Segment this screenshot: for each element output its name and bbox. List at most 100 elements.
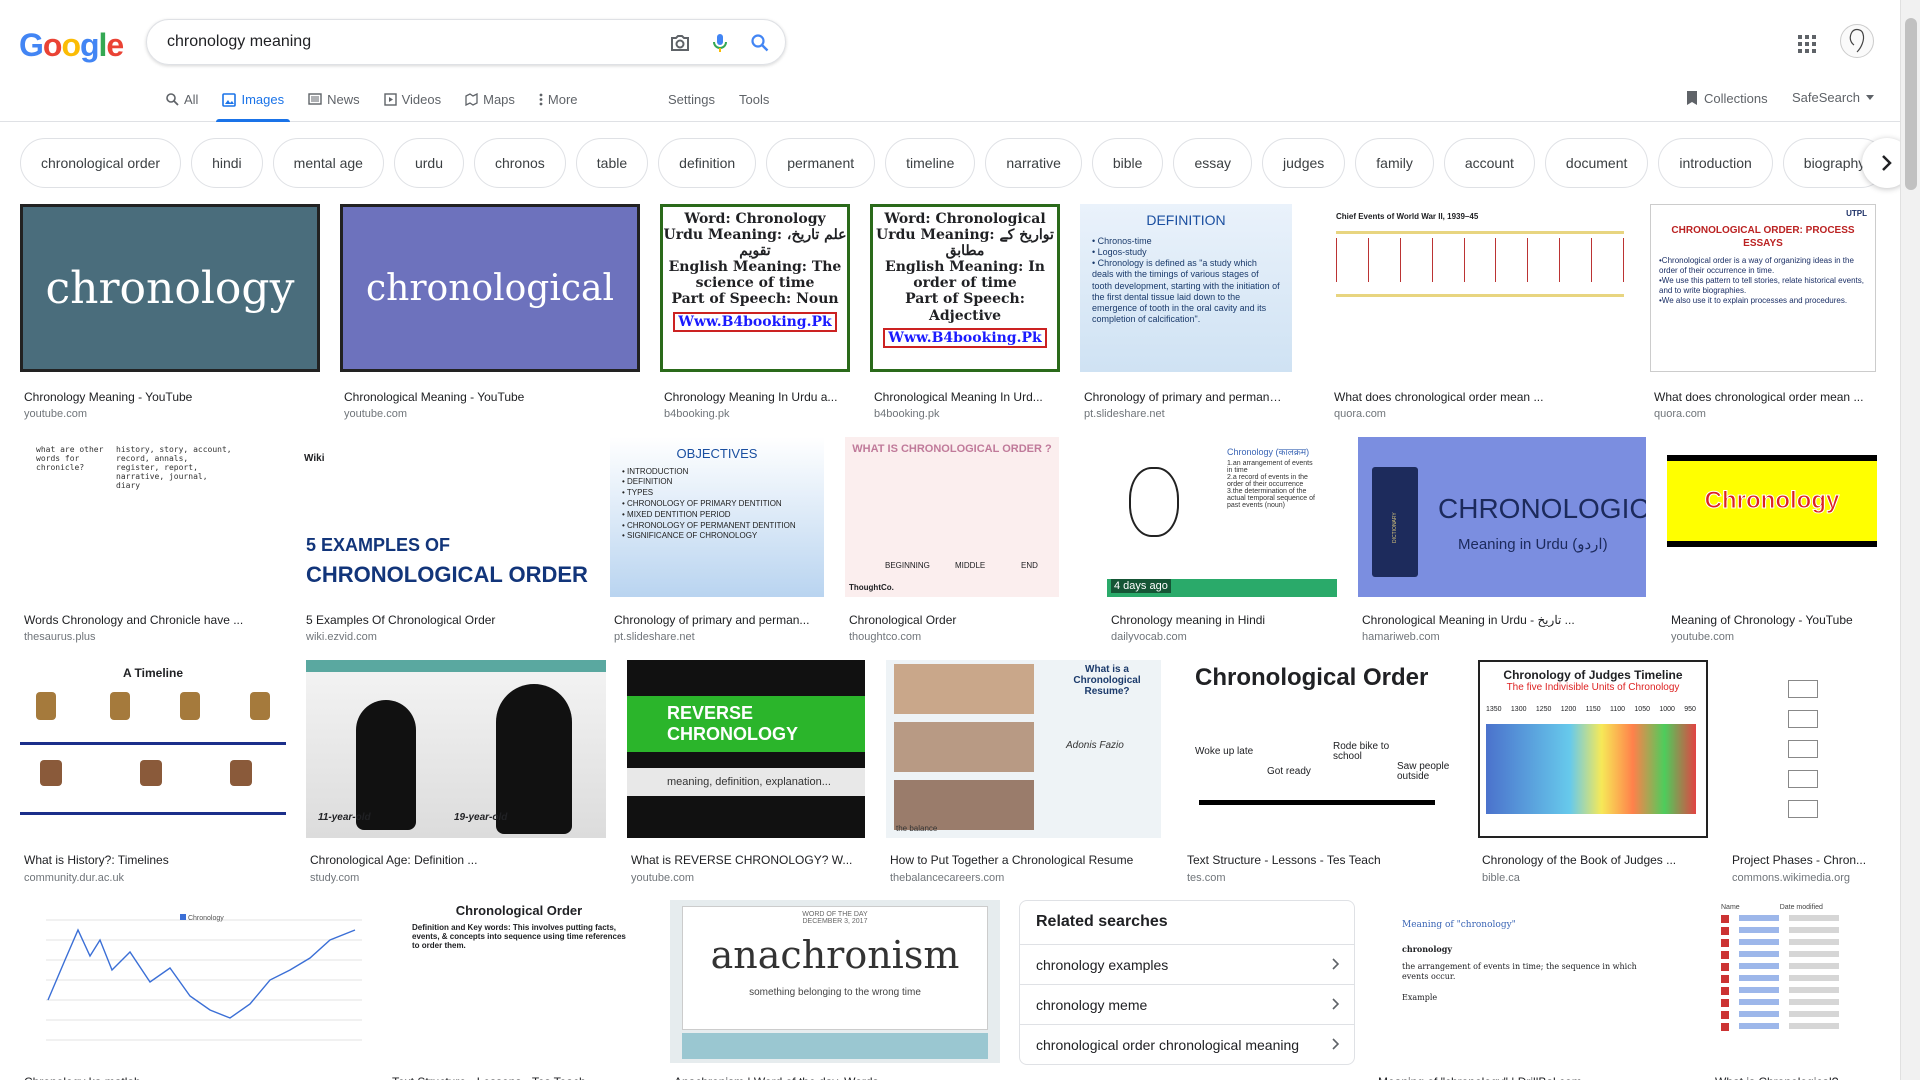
chip[interactable]: bible [1091,138,1164,188]
image-thumbnail[interactable]: Name Date modified [1711,900,1877,1063]
settings-link[interactable]: Settings [668,92,715,107]
chip[interactable]: introduction [1658,138,1773,188]
result-caption[interactable]: What does chronological order mean ... [1334,390,1626,404]
chip[interactable]: family [1355,138,1434,188]
chip[interactable]: definition [658,138,757,188]
result-source[interactable]: pt.slideshare.net [614,631,695,643]
chip[interactable]: account [1443,138,1535,188]
image-thumbnail[interactable]: Chronological Order Woke up late Got rea… [1183,660,1458,838]
result-source[interactable]: pt.slideshare.net [1084,408,1165,420]
result-source[interactable]: thesaurus.plus [24,631,96,643]
result-caption[interactable]: Chronology of primary and perman... [614,613,820,627]
safesearch-dropdown[interactable]: SafeSearch [1792,90,1874,105]
result-caption[interactable]: Meaning of Chronology - YouTube [1671,613,1873,627]
chip[interactable]: urdu [393,138,464,188]
scrollbar-thumb[interactable] [1905,18,1917,190]
result-source[interactable]: dailyvocab.com [1111,631,1187,643]
result-caption[interactable]: Chronology Meaning In Urdu a... [664,390,846,404]
collections-link[interactable]: Collections [1686,90,1768,106]
result-caption[interactable]: What is REVERSE CHRONOLOGY? W... [631,853,861,867]
tab-videos[interactable]: Videos [383,88,441,122]
result-caption[interactable]: 5 Examples Of Chronological Order [306,613,586,627]
result-caption[interactable]: Chronology of the Book of Judges ... [1482,853,1704,867]
result-source[interactable]: tes.com [1187,872,1226,884]
result-source[interactable]: thebalancecareers.com [890,872,1004,884]
image-thumbnail[interactable]: UTPL CHRONOLOGICAL ORDER: PROCESS ESSAYS… [1650,204,1876,372]
image-thumbnail[interactable]: OBJECTIVES • INTRODUCTION • DEFINITION • T… [610,437,824,597]
image-thumbnail[interactable]: what are other words for chronicle? hist… [20,437,282,597]
result-caption[interactable]: Words Chronology and Chronicle have ... [24,613,278,627]
chip[interactable]: document [1544,138,1649,188]
related-search-item[interactable]: chronological order chronological meanin… [1020,1024,1354,1064]
result-source[interactable]: youtube.com [24,408,87,420]
image-thumbnail[interactable]: chronological [340,204,640,372]
result-source[interactable]: community.dur.ac.uk [24,872,124,884]
result-caption[interactable]: What is History?: Timelines [24,853,282,867]
chip[interactable]: table [575,138,649,188]
result-source[interactable]: youtube.com [344,408,407,420]
chip[interactable]: narrative [985,138,1082,188]
result-source[interactable]: commons.wikimedia.org [1732,872,1850,884]
image-thumbnail[interactable] [1728,660,1878,838]
chip[interactable]: chronological order [20,138,182,188]
result-caption[interactable]: How to Put Together a Chronological Resu… [890,853,1157,867]
result-source[interactable]: quora.com [1654,408,1706,420]
result-source[interactable]: youtube.com [631,872,694,884]
image-thumbnail[interactable]: Chronology of Judges Timeline The five I… [1478,660,1708,838]
image-thumbnail[interactable]: REVERSE CHRONOLOGY meaning, definition, … [627,660,865,838]
image-thumbnail[interactable]: Chronology [1667,437,1877,597]
result-caption[interactable]: Project Phases - Chron... [1732,853,1874,867]
image-thumbnail[interactable]: WHAT IS CHRONOLOGICAL ORDER ? BEGINNING … [845,437,1059,597]
google-logo[interactable]: Google [19,27,124,64]
result-caption[interactable]: What does chronological order mean ... [1654,390,1872,404]
result-source[interactable]: wiki.ezvid.com [306,631,377,643]
image-thumbnail[interactable]: Chief Events of World War II, 1939–45 [1330,204,1630,372]
camera-icon[interactable] [667,30,693,56]
chip[interactable]: permanent [766,138,876,188]
chip[interactable]: mental age [272,138,384,188]
tab-images[interactable]: Images [216,88,290,122]
image-thumbnail[interactable]: DICTIONARY CHRONOLOGICAL Meaning in Urdu… [1358,437,1646,597]
image-thumbnail[interactable]: What is a Chronological Resume? Adonis F… [886,660,1161,838]
tools-link[interactable]: Tools [739,92,769,107]
image-thumbnail[interactable]: WORD OF THE DAY DECEMBER 3, 2017 anachro… [670,900,1000,1063]
chip[interactable]: essay [1173,138,1253,188]
result-caption[interactable]: Chronological Meaning In Urd... [874,390,1056,404]
image-thumbnail[interactable]: Chronological Order Definition and Key w… [388,900,650,1063]
chip[interactable]: timeline [885,138,976,188]
image-thumbnail[interactable]: Chronology (कालक्रम) 1.an arrangement of … [1107,437,1337,597]
tab-all[interactable]: All [166,88,198,122]
search-box[interactable] [146,19,786,65]
result-source[interactable]: quora.com [1334,408,1386,420]
image-thumbnail[interactable]: Wiki 5 EXAMPLES OF CHRONOLOGICAL ORDER [302,437,590,597]
image-thumbnail[interactable]: A Timeline [20,660,286,838]
image-thumbnail[interactable]: Meaning of "chronology" chronology the a… [1374,900,1691,1063]
result-caption[interactable]: What is Chronological? [1715,1075,1873,1080]
tab-maps[interactable]: Maps [465,88,515,122]
result-caption[interactable]: Chronology meaning in Hindi [1111,613,1333,627]
chip[interactable]: chronos [473,138,566,188]
related-search-item[interactable]: chronology examples [1020,944,1354,984]
search-input[interactable] [167,30,647,54]
image-thumbnail[interactable]: 11-year-old 19-year-old [306,660,606,838]
result-source[interactable]: youtube.com [1671,631,1734,643]
tab-more[interactable]: More [539,88,578,122]
result-caption[interactable]: Anachronism | Word of the day, Words ... [674,1075,996,1080]
result-caption[interactable]: Chronology Meaning - YouTube [24,390,316,404]
related-search-item[interactable]: chronology meme [1020,984,1354,1024]
chip[interactable]: judges [1262,138,1346,188]
image-thumbnail[interactable]: chronology [20,204,320,372]
image-thumbnail[interactable]: Word: Chronological Urdu Meaning: تواریخ … [870,204,1060,372]
result-caption[interactable]: Chronology of primary and permanent... [1084,390,1288,404]
result-caption[interactable]: Meaning of "chronology" | DrillBal.com [1378,1075,1687,1080]
search-icon[interactable] [747,30,773,56]
chip[interactable]: hindi [191,138,263,188]
result-source[interactable]: bible.ca [1482,872,1520,884]
avatar[interactable] [1840,24,1874,58]
result-source[interactable]: b4booking.pk [874,408,939,420]
image-thumbnail[interactable]: DEFINITION • Chronos-time • Logos-study … [1080,204,1292,372]
apps-grid-icon[interactable] [1795,32,1819,56]
result-caption[interactable]: Text Structure - Lessons - Tes Teach [1187,853,1454,867]
result-caption[interactable]: Chronological Meaning - YouTube [344,390,636,404]
page-scrollbar[interactable] [1900,0,1920,1080]
